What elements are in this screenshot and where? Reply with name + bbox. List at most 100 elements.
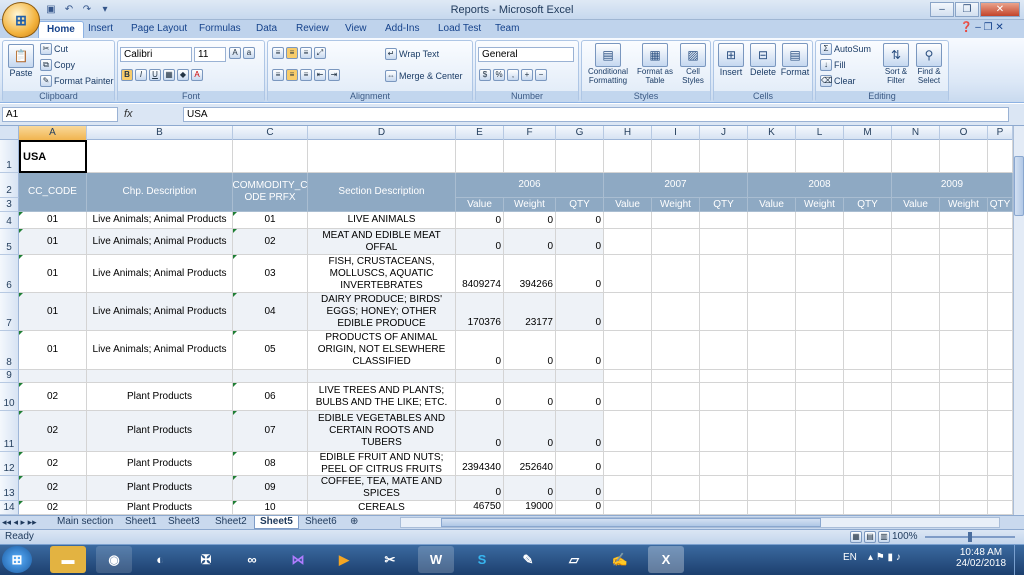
merge-center-button[interactable]: ⇔ Merge & Center xyxy=(385,70,463,82)
grid-cell[interactable] xyxy=(700,140,748,173)
grid-cell[interactable] xyxy=(604,229,652,255)
cell-section-description[interactable]: MEAT AND EDIBLE MEAT OFFAL xyxy=(308,229,456,255)
grid-cell[interactable] xyxy=(504,140,556,173)
italic-icon[interactable]: I xyxy=(135,69,147,81)
header-sub-qty[interactable]: QTY xyxy=(988,198,1013,212)
grid-cell[interactable] xyxy=(844,370,892,383)
grid-cell[interactable] xyxy=(844,229,892,255)
page-layout-view-icon[interactable]: ▤ xyxy=(864,531,876,543)
zoom-slider[interactable] xyxy=(925,532,1015,542)
sheet-tab-sheet3[interactable]: Sheet3 xyxy=(163,516,205,529)
cell-styles-button[interactable]: ▨ Cell Styles xyxy=(677,43,709,85)
column-header-o[interactable]: O xyxy=(940,126,988,140)
cell-chp-description[interactable]: Live Animals; Animal Products xyxy=(87,331,233,370)
decrease-decimal-icon[interactable]: − xyxy=(535,69,547,81)
cell-value-2006[interactable]: 0 xyxy=(456,331,504,370)
conditional-formatting-button[interactable]: ▤ Conditional Formatting xyxy=(583,43,633,85)
cell-cc-code[interactable]: 02 xyxy=(19,452,87,476)
grid-cell[interactable] xyxy=(988,293,1013,331)
row-header-11[interactable]: 11 xyxy=(0,411,19,452)
grid-cell[interactable] xyxy=(844,140,892,173)
grid-cell[interactable] xyxy=(796,212,844,229)
grid-cell[interactable] xyxy=(604,383,652,411)
cell-commodity-code[interactable]: 04 xyxy=(233,293,308,331)
grid-cell[interactable] xyxy=(604,140,652,173)
sort-filter-button[interactable]: ⇅ Sort & Filter xyxy=(880,43,912,85)
cell-qty-2006[interactable]: 0 xyxy=(556,255,604,293)
cell-commodity-code[interactable]: 07 xyxy=(233,411,308,452)
grid-cell[interactable] xyxy=(988,229,1013,255)
paste-button[interactable]: 📋 Paste xyxy=(8,44,34,78)
header-sub-weight[interactable]: Weight xyxy=(504,198,556,212)
grid-cell[interactable] xyxy=(700,501,748,515)
fx-icon[interactable]: fx xyxy=(124,108,133,120)
header-sub-qty[interactable]: QTY xyxy=(700,198,748,212)
cell-weight-2006[interactable] xyxy=(504,370,556,383)
grid-cell[interactable] xyxy=(652,331,700,370)
cell-cc-code[interactable]: 01 xyxy=(19,331,87,370)
cell-cc-code[interactable]: 02 xyxy=(19,383,87,411)
font-size-select[interactable]: 11 xyxy=(194,47,226,62)
column-header-b[interactable]: B xyxy=(87,126,233,140)
cell-chp-description[interactable]: Plant Products xyxy=(87,452,233,476)
column-header-n[interactable]: N xyxy=(892,126,940,140)
grid-cell[interactable] xyxy=(652,411,700,452)
grid-cell[interactable] xyxy=(748,331,796,370)
comma-icon[interactable]: , xyxy=(507,69,519,81)
cell-qty-2006[interactable]: 0 xyxy=(556,293,604,331)
tab-home[interactable]: Home xyxy=(38,21,84,38)
grid-cell[interactable] xyxy=(796,331,844,370)
grid-cell[interactable] xyxy=(233,140,308,173)
grid-cell[interactable] xyxy=(940,140,988,173)
cell-cc-code[interactable]: 02 xyxy=(19,411,87,452)
cell-value-2006[interactable]: 46750 xyxy=(456,501,504,515)
align-bottom-icon[interactable]: ≡ xyxy=(300,47,312,59)
office-button[interactable]: ⊞ xyxy=(2,2,40,38)
cell-value-2006[interactable] xyxy=(456,370,504,383)
format-cells-button[interactable]: ▤ Format xyxy=(780,43,810,77)
tools-icon[interactable]: ✠ xyxy=(188,546,224,573)
grid-cell[interactable] xyxy=(700,411,748,452)
cell-chp-description[interactable] xyxy=(87,370,233,383)
fill-button[interactable]: ↓ Fill xyxy=(820,59,846,71)
grid-cell[interactable] xyxy=(748,140,796,173)
formula-input[interactable]: USA xyxy=(183,107,1009,122)
cell-chp-description[interactable]: Live Animals; Animal Products xyxy=(87,293,233,331)
column-header-i[interactable]: I xyxy=(652,126,700,140)
cell-commodity-code[interactable]: 06 xyxy=(233,383,308,411)
cell-cc-code[interactable]: 01 xyxy=(19,229,87,255)
cell-qty-2006[interactable]: 0 xyxy=(556,383,604,411)
cell-commodity-code[interactable] xyxy=(233,370,308,383)
minimize-button[interactable]: – xyxy=(930,2,954,17)
grid-cell[interactable] xyxy=(652,383,700,411)
zoom-level[interactable]: 100% xyxy=(892,531,918,542)
tab-insert[interactable]: Insert xyxy=(80,21,121,38)
cell-section-description[interactable]: EDIBLE FRUIT AND NUTS; PEEL OF CITRUS FR… xyxy=(308,452,456,476)
grid-cell[interactable] xyxy=(988,501,1013,515)
grid-cell[interactable] xyxy=(604,331,652,370)
align-right-icon[interactable]: ≡ xyxy=(300,69,312,81)
cell-chp-description[interactable]: Live Animals; Animal Products xyxy=(87,255,233,293)
cell-commodity-code[interactable]: 03 xyxy=(233,255,308,293)
tray-icons[interactable]: ▴ ⚑ ▮ ♪ xyxy=(868,552,901,563)
column-header-e[interactable]: E xyxy=(456,126,504,140)
header-sub-value[interactable]: Value xyxy=(604,198,652,212)
close-button[interactable]: ✕ xyxy=(980,2,1020,17)
cell-weight-2006[interactable]: 394266 xyxy=(504,255,556,293)
page-break-view-icon[interactable]: ▥ xyxy=(878,531,890,543)
grid-cell[interactable] xyxy=(940,383,988,411)
cell-qty-2006[interactable]: 0 xyxy=(556,501,604,515)
cell-weight-2006[interactable]: 19000 xyxy=(504,501,556,515)
grid-cell[interactable] xyxy=(940,255,988,293)
cell-weight-2006[interactable]: 0 xyxy=(504,331,556,370)
select-all-button[interactable] xyxy=(0,126,19,140)
insert-sheet-icon[interactable]: ⊕ xyxy=(345,516,363,529)
align-center-icon[interactable]: ≡ xyxy=(286,69,298,81)
grid-cell[interactable] xyxy=(700,229,748,255)
tab-load-test[interactable]: Load Test xyxy=(430,21,489,38)
cell-weight-2006[interactable]: 0 xyxy=(504,212,556,229)
grid-cell[interactable] xyxy=(87,140,233,173)
cell-chp-description[interactable]: Live Animals; Animal Products xyxy=(87,229,233,255)
grid-cell[interactable] xyxy=(892,229,940,255)
grid-cell[interactable] xyxy=(652,293,700,331)
